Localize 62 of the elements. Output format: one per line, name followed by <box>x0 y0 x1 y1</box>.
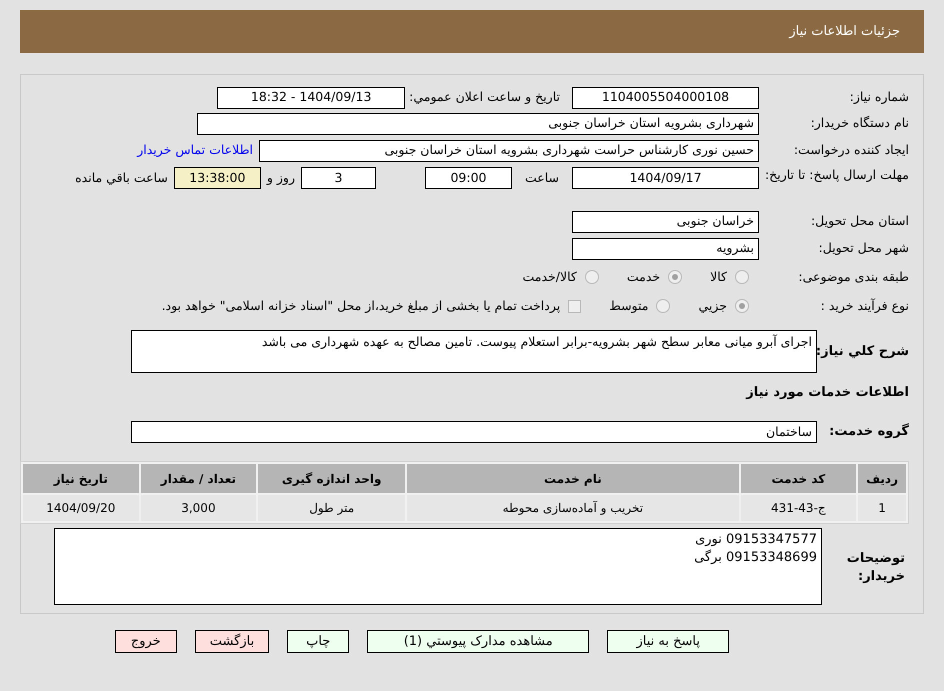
field-label: طبقه بندی موضوعی: <box>797 268 909 286</box>
need-number-field: 1104005504000108 <box>572 86 759 108</box>
description-box[interactable]: اجرای آبرو میانی معابر سطح شهر بشرویه-برابر استعلام پیوست. تامین مصالح به عهده شهرداری می باشد <box>131 330 817 373</box>
table-cell: 3,000 <box>140 495 256 521</box>
announce-date-field: 1404/09/13 - 18:32 <box>217 86 406 108</box>
radio-label: کالا/خدمت <box>522 268 577 286</box>
action-button[interactable]: پاسخ به نياز <box>607 630 730 653</box>
radio-button[interactable] <box>584 270 599 284</box>
action-button[interactable]: چاپ <box>287 630 350 653</box>
buyer-contact-link[interactable]: اطلاعات تماس خريدار <box>137 141 253 160</box>
table-cell: 1404/09/20 <box>23 495 139 521</box>
field-label: تاريخ و ساعت اعلان عمومي: <box>409 88 560 106</box>
table-cell: متر طول <box>258 495 406 521</box>
radio-button[interactable] <box>656 299 670 313</box>
radio-button[interactable] <box>735 299 749 313</box>
section-title: اطلاعات خدمات مورد نياز <box>744 384 909 402</box>
column-header: واحد اندازه گيری <box>258 464 406 493</box>
buyer-notes-box[interactable]: 09153347577 نوری 09153348699 برگی <box>54 528 822 605</box>
field-label: شهر محل تحویل: <box>818 239 909 258</box>
field-label: توضيحات خريدار: <box>846 550 906 586</box>
header-bar: جزئیات اطلاعات نیاز <box>20 10 924 53</box>
action-button[interactable]: خروج <box>114 630 177 653</box>
field-label: شماره نياز: <box>848 88 909 106</box>
column-header: تعداد / مقدار <box>140 464 256 493</box>
radio-button[interactable] <box>735 270 749 284</box>
radio-label: کالا <box>710 268 727 286</box>
radio-label: خدمت <box>626 268 660 286</box>
field-label: استان محل تحویل: <box>810 212 909 230</box>
table-cell: 1 <box>858 495 906 521</box>
city-field: بشرویه <box>572 238 759 260</box>
checkbox-label: پرداخت تمام یا بخشی از مبلغ خرید،از محل "اسناد خزانه اسلامی" خواهد بود. <box>162 296 560 315</box>
notes-line: 09153347577 نوری <box>695 531 817 549</box>
field-label: ايجاد کننده درخواست: <box>792 141 909 160</box>
service-group-field: ساختمان <box>131 421 817 443</box>
buyer-org-field: شهرداری بشرویه استان خراسان جنوبی <box>197 112 759 134</box>
column-header: تاريخ نياز <box>23 464 139 493</box>
remaining-label: ساعت باقي مانده <box>75 169 168 187</box>
field-label: شرح کلي نياز: <box>817 342 909 361</box>
field-label: نام دستگاه خريدار: <box>810 114 909 132</box>
table-cell: ج-43-431 <box>740 495 856 521</box>
days-field: 3 <box>300 167 376 189</box>
action-button[interactable]: مشاهده مدارک پيوستي (1) <box>367 630 590 653</box>
column-header: رديف <box>858 464 906 493</box>
days-label: روز و <box>266 169 295 187</box>
remaining-time-field: 13:38:00 <box>174 167 261 189</box>
radio-label: جزيي <box>698 296 727 315</box>
radio-label: متوسط <box>609 296 648 315</box>
province-field: خراسان جنوبی <box>572 210 759 232</box>
column-header: کد خدمت <box>740 464 856 493</box>
creator-field: حسین نوری کارشناس حراست شهرداری بشرویه استان خراسان جنوبی <box>259 140 759 162</box>
deadline-time-field: 09:00 <box>424 167 512 189</box>
table-cell: تخریب و آماده‌سازی محوطه <box>407 495 739 521</box>
checkbox[interactable] <box>568 300 582 312</box>
column-header: نام خدمت <box>407 464 739 493</box>
radio-button[interactable] <box>668 270 682 284</box>
field-label: نوع فرآیند خرید : <box>820 296 909 315</box>
notes-line: 09153348699 برگی <box>694 549 817 567</box>
deadline-date-field: 1404/09/17 <box>572 167 759 189</box>
field-label: مهلت ارسال پاسخ: تا تاریخ: <box>764 167 909 183</box>
action-button[interactable]: بازگشت <box>194 630 270 653</box>
time-label: ساعت <box>524 169 559 187</box>
field-label: گروه خدمت: <box>828 422 909 442</box>
